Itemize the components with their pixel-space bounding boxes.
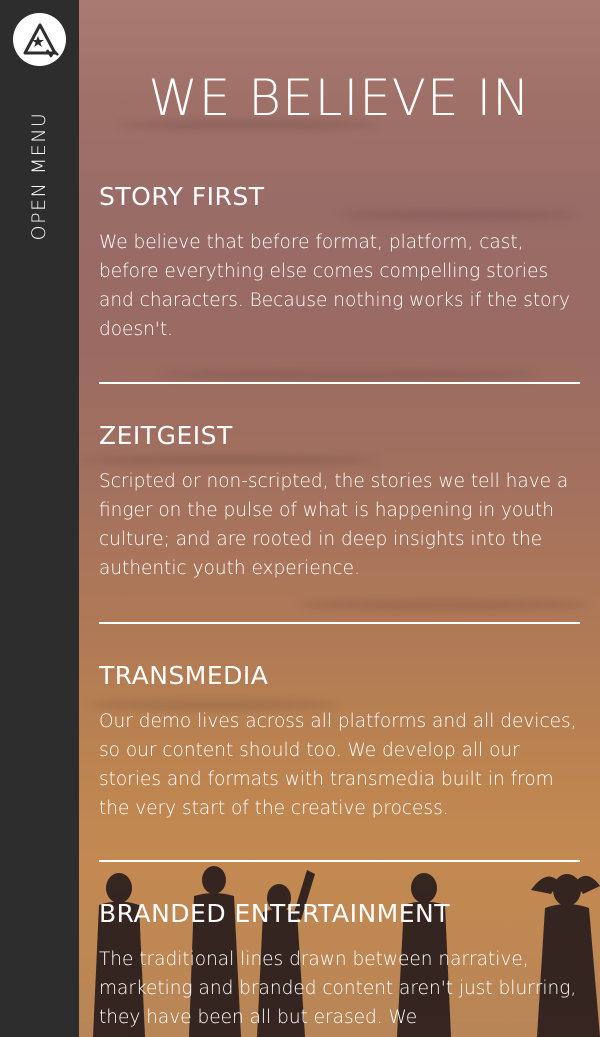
section-heading: ZEITGEIST [99,421,233,450]
belief-section-story-first: STORY FIRST We believe that before forma… [99,182,580,344]
section-body: We believe that before format, platform,… [99,232,571,340]
mountain-star-logo-icon [23,23,59,57]
section-heading: STORY FIRST [99,182,265,211]
section-divider [99,382,580,384]
belief-section-zeitgeist: ZEITGEIST Scripted or non-scripted, the … [99,421,580,583]
logo[interactable] [13,13,66,66]
main-content: WE BELIEVE IN STORY FIRST We believe tha… [79,0,600,1037]
section-body: Our demo lives across all platforms and … [99,711,577,819]
belief-section-branded-entertainment: BRANDED ENTERTAINMENT The traditional li… [99,899,580,1032]
open-menu-button[interactable]: OPEN MENU [28,112,50,241]
section-body: The traditional lines drawn between narr… [99,949,577,1028]
section-divider [99,860,580,862]
belief-section-transmedia: TRANSMEDIA Our demo lives across all pla… [99,661,580,823]
section-body: Scripted or non-scripted, the stories we… [99,471,569,579]
section-heading: TRANSMEDIA [99,661,269,690]
section-heading: BRANDED ENTERTAINMENT [99,899,451,928]
section-divider [99,622,580,624]
page: OPEN MENU WE BELIEVE IN STORY FIRST We b… [0,0,600,1037]
side-menu-rail: OPEN MENU [0,0,79,1037]
page-title: WE BELIEVE IN [148,69,531,127]
